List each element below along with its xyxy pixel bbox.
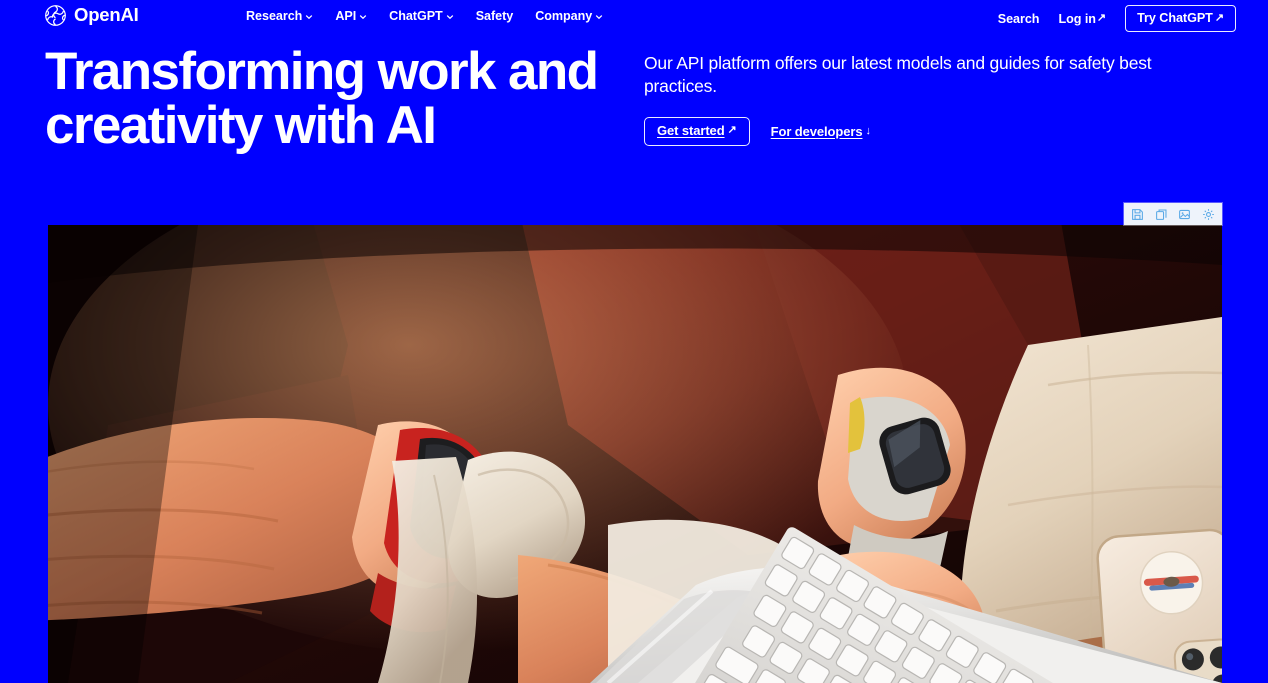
- chevron-down-icon: [359, 11, 367, 21]
- openai-blossom-icon: [44, 4, 67, 27]
- nav-item-research[interactable]: Research: [246, 9, 313, 23]
- image-icon[interactable]: [1175, 205, 1195, 223]
- save-icon[interactable]: [1128, 205, 1148, 223]
- nav-item-company[interactable]: Company: [535, 9, 603, 23]
- login-label: Log in: [1058, 11, 1096, 26]
- hero-photo-illustration: [48, 225, 1222, 683]
- try-chatgpt-button[interactable]: Try ChatGPT ↗: [1125, 5, 1236, 32]
- hero-description: Our API platform offers our latest model…: [644, 53, 1152, 96]
- chevron-down-icon: [446, 11, 454, 21]
- nav-items: Research API ChatGPT Safety Company: [246, 9, 603, 23]
- nav-item-label: Research: [246, 9, 303, 23]
- chevron-down-icon: [595, 11, 603, 21]
- search-button[interactable]: Search: [998, 12, 1040, 26]
- hero-right-column: Our API platform offers our latest model…: [644, 52, 1224, 146]
- arrow-down-icon: ↓: [865, 125, 871, 137]
- get-started-button[interactable]: Get started ↗: [644, 117, 750, 146]
- chevron-down-icon: [305, 11, 313, 21]
- nav-item-safety[interactable]: Safety: [476, 9, 514, 23]
- for-developers-link[interactable]: For developers ↓: [771, 124, 871, 139]
- nav-item-label: API: [335, 9, 357, 23]
- login-link[interactable]: Log in ↗: [1058, 12, 1106, 26]
- settings-gear-icon[interactable]: [1198, 205, 1218, 223]
- arrow-up-right-icon: ↗: [1096, 12, 1107, 24]
- search-label: Search: [997, 11, 1040, 26]
- nav-item-chatgpt[interactable]: ChatGPT: [389, 9, 454, 23]
- openai-homepage: OpenAI Research API ChatGPT Safety Compa…: [0, 0, 1268, 683]
- get-started-label: Get started: [657, 123, 725, 138]
- arrow-up-right-icon: ↗: [727, 124, 737, 136]
- nav-item-label: Company: [535, 9, 593, 23]
- page-title: Transforming work and creativity with AI: [45, 42, 599, 155]
- try-chatgpt-label: Try ChatGPT: [1137, 11, 1213, 25]
- main-navigation: OpenAI Research API ChatGPT Safety Compa…: [0, 0, 1268, 34]
- brand-name: OpenAI: [74, 4, 139, 26]
- nav-item-label: ChatGPT: [389, 9, 443, 23]
- brand-logo[interactable]: OpenAI: [44, 4, 139, 27]
- for-developers-label: For developers: [770, 124, 863, 139]
- image-toolbar: [1124, 203, 1222, 225]
- nav-item-api[interactable]: API: [335, 9, 367, 23]
- hero-cta-group: Get started ↗ For developers ↓: [644, 117, 1224, 146]
- arrow-up-right-icon: ↗: [1214, 11, 1224, 24]
- nav-item-label: Safety: [475, 9, 514, 23]
- hero-photo: [48, 225, 1222, 683]
- nav-actions: Search Log in ↗ Try ChatGPT ↗: [998, 5, 1236, 32]
- copy-icon[interactable]: [1151, 205, 1171, 223]
